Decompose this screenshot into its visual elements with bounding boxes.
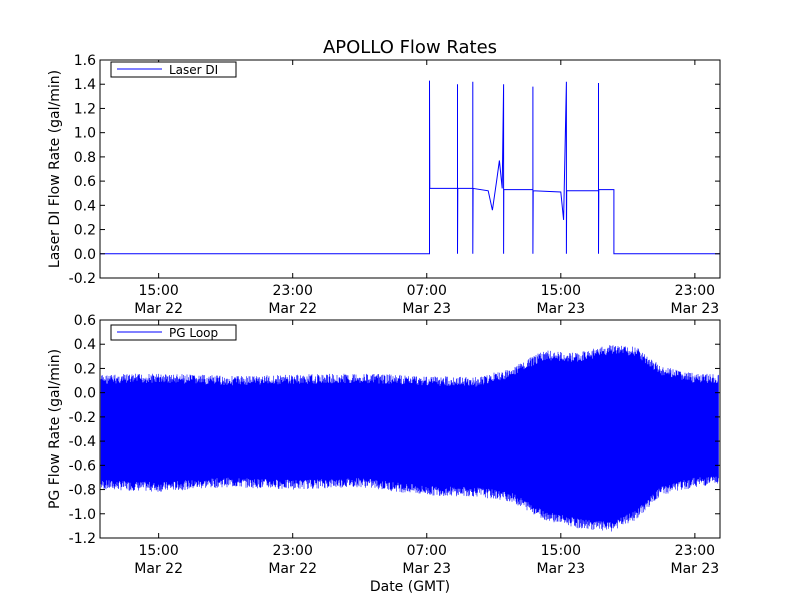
pg-loop-x-axis-label: Date (GMT) <box>370 579 450 595</box>
laser-di-legend: Laser DI <box>110 61 237 78</box>
laser-di-x-tick-label-date: Mar 23 <box>536 301 585 317</box>
laser-di-plot-frame <box>99 59 721 279</box>
pg-loop-x-tick-label-time: 07:00 <box>407 543 447 559</box>
laser-di-y-axis-label: Laser DI Flow Rate (gal/min) <box>47 70 63 268</box>
pg-loop-y-tick-label: -0.8 <box>69 483 96 499</box>
pg-loop-x-tick-label-time: 15:00 <box>138 543 178 559</box>
laser-di-y-tick-label: 0.6 <box>74 174 96 190</box>
laser-di-x-tick-label-date: Mar 22 <box>268 301 317 317</box>
pg-loop-y-tick-label: 0.4 <box>74 337 96 353</box>
pg-loop-x-tick-label-date: Mar 23 <box>536 561 585 577</box>
pg-loop-y-tick-label: -1.0 <box>69 507 96 523</box>
chart-title: APOLLO Flow Rates <box>323 37 497 58</box>
laser-di-x-tick-label-time: 23:00 <box>675 283 715 299</box>
laser-di-legend-label: Laser DI <box>169 63 218 77</box>
laser-di-y-tick-label: 0.0 <box>74 247 96 263</box>
pg-loop-y-tick-label: 0.0 <box>74 386 96 402</box>
pg-loop-y-axis-label: PG Flow Rate (gal/min) <box>47 349 63 509</box>
laser-di-y-tick-label: 1.6 <box>74 53 96 69</box>
pg-loop-x-tick-label-date: Mar 23 <box>402 561 451 577</box>
laser-di-x-tick-label-time: 15:00 <box>541 283 581 299</box>
laser-di-x-tick-label-date: Mar 23 <box>671 301 720 317</box>
pg-loop-y-tick-label: 0.6 <box>74 313 96 329</box>
pg-loop-y-tick-label: -1.2 <box>69 531 96 547</box>
laser-di-y-tick-label: 0.8 <box>74 150 96 166</box>
laser-di-y-tick-label: 1.4 <box>74 77 96 93</box>
laser-di-panel: -0.2 0.0 0.2 0.4 0.6 0.8 1.0 1.2 1.4 1.6 15:00 Mar… <box>47 53 721 317</box>
pg-loop-y-tick-label: -0.4 <box>69 434 96 450</box>
pg-loop-x-tick-label-date: Mar 22 <box>134 561 183 577</box>
laser-di-y-tick-label: 0.2 <box>74 223 96 239</box>
laser-di-x-tick-label-time: 23:00 <box>273 283 313 299</box>
chart-canvas: APOLLO Flow Rates -0.2 0.0 0.2 0.4 0.6 0.8 1.0… <box>47 37 721 595</box>
pg-loop-x-tick-label-time: 23:00 <box>273 543 313 559</box>
pg-loop-legend: PG Loop <box>110 324 237 341</box>
laser-di-y-tick-label: 1.2 <box>74 101 96 117</box>
laser-di-y-tick-label: 0.4 <box>74 198 96 214</box>
laser-di-x-tick-label-date: Mar 22 <box>134 301 183 317</box>
pg-loop-x-tick-label-date: Mar 23 <box>671 561 720 577</box>
pg-loop-x-tick-label-time: 15:00 <box>541 543 581 559</box>
pg-loop-y-tick-label: 0.2 <box>74 361 96 377</box>
figure: APOLLO Flow Rates -0.2 0.0 0.2 0.4 0.6 0.8 1.0… <box>0 0 800 600</box>
laser-di-y-tick-label: -0.2 <box>69 271 96 287</box>
pg-loop-y-tick-label: -0.2 <box>69 410 96 426</box>
pg-loop-x-tick-label-date: Mar 22 <box>268 561 317 577</box>
pg-loop-legend-label: PG Loop <box>169 326 218 340</box>
pg-loop-panel: -1.2 -1.0 -0.8 -0.6 -0.4 -0.2 0.0 0.2 0.4 0.6 15:… <box>47 313 721 595</box>
pg-loop-x-tick-label-time: 23:00 <box>675 543 715 559</box>
laser-di-y-tick-label: 1.0 <box>74 126 96 142</box>
laser-di-x-tick-label-time: 15:00 <box>138 283 178 299</box>
pg-loop-y-tick-label: -0.6 <box>69 458 96 474</box>
laser-di-x-tick-label-date: Mar 23 <box>402 301 451 317</box>
laser-di-x-tick-label-time: 07:00 <box>407 283 447 299</box>
